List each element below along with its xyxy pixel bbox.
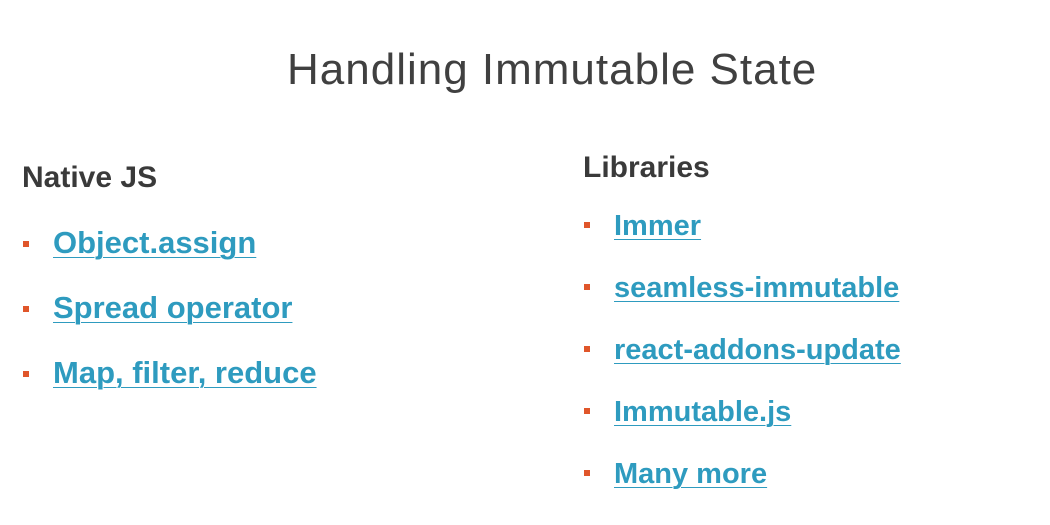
spread-operator-link[interactable]: Spread operator (53, 290, 292, 325)
many-more-link[interactable]: Many more (614, 458, 767, 490)
square-bullet-icon (584, 408, 590, 414)
list-item: Map, filter, reduce (22, 354, 317, 419)
map-filter-reduce-link[interactable]: Map, filter, reduce (53, 355, 317, 390)
immer-link[interactable]: Immer (614, 210, 701, 242)
immutable-js-link[interactable]: Immutable.js (614, 396, 791, 428)
react-addons-update-link[interactable]: react-addons-update (614, 334, 901, 366)
seamless-immutable-link[interactable]: seamless-immutable (614, 272, 899, 304)
native-js-list: Object.assign Spread operator Map, filte… (22, 224, 317, 419)
list-item: Object.assign (22, 224, 317, 289)
square-bullet-icon (584, 470, 590, 476)
list-item: Immutable.js (583, 395, 901, 457)
libraries-column: Libraries Immer seamless-immutable react… (583, 150, 901, 519)
square-bullet-icon (23, 306, 29, 312)
square-bullet-icon (584, 346, 590, 352)
list-item: Many more (583, 457, 901, 519)
list-item: react-addons-update (583, 333, 901, 395)
square-bullet-icon (584, 222, 590, 228)
object-assign-link[interactable]: Object.assign (53, 225, 256, 260)
libraries-list: Immer seamless-immutable react-addons-up… (583, 209, 901, 519)
libraries-heading: Libraries (583, 151, 710, 184)
list-item: seamless-immutable (583, 271, 901, 333)
square-bullet-icon (23, 241, 29, 247)
list-item: Spread operator (22, 289, 317, 354)
slide-title: Handling Immutable State (287, 45, 818, 94)
square-bullet-icon (584, 284, 590, 290)
list-item: Immer (583, 209, 901, 271)
native-js-heading: Native JS (22, 161, 158, 194)
native-js-column: Native JS Object.assign Spread operator … (22, 160, 317, 419)
square-bullet-icon (23, 371, 29, 377)
